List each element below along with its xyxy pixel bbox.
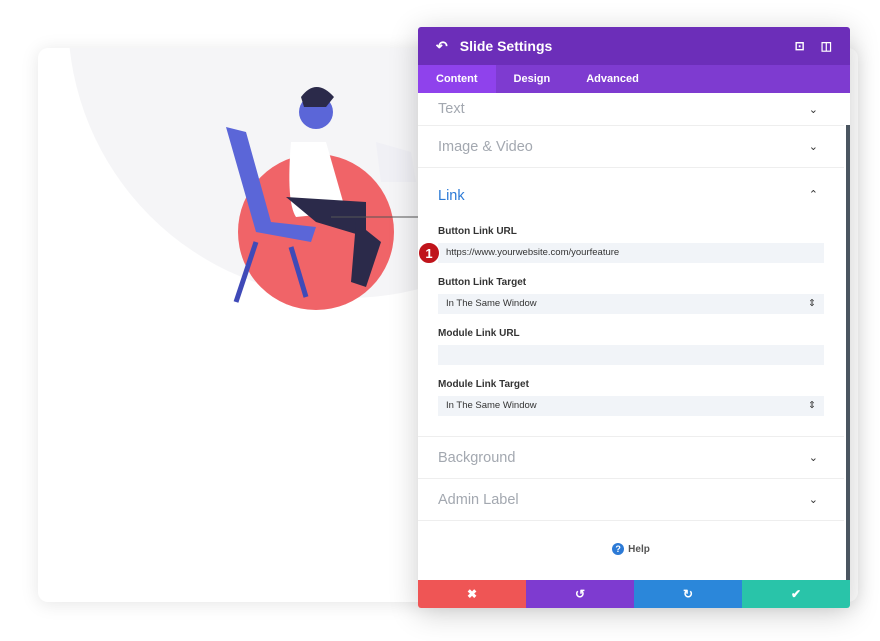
module-link-url-input[interactable] (438, 345, 824, 365)
chevron-down-icon: ⌄ (808, 494, 818, 506)
module-link-target-label: Module Link Target (438, 379, 529, 390)
back-arrow-icon[interactable]: ↶ (436, 38, 448, 55)
button-link-target-select[interactable]: In The Same Window ⇕ (438, 294, 824, 314)
section-background[interactable]: Background ⌄ (418, 437, 844, 479)
cancel-button[interactable]: ✖ (418, 580, 526, 608)
section-title: Text (438, 101, 465, 117)
tab-content[interactable]: Content (418, 65, 496, 93)
section-admin-label[interactable]: Admin Label ⌄ (418, 479, 844, 521)
input-value: https://www.yourwebsite.com/yourfeature (446, 247, 620, 258)
close-icon: ✖ (466, 587, 478, 601)
tab-bar: Content Design Advanced (418, 65, 850, 93)
tab-advanced[interactable]: Advanced (568, 65, 657, 93)
chevron-down-icon: ⌄ (808, 452, 818, 464)
button-link-url-input[interactable]: 1 https://www.yourwebsite.com/yourfeature (418, 242, 824, 264)
slide-settings-panel: ↶ Slide Settings ⊡ ◫ Content Design Adva… (418, 27, 850, 608)
fullscreen-icon[interactable]: ⊡ (795, 39, 805, 53)
scrollbar[interactable] (846, 125, 850, 580)
button-link-url-label: Button Link URL (438, 226, 517, 237)
redo-icon: ↻ (682, 587, 694, 601)
check-icon: ✔ (790, 587, 802, 601)
section-link: Link ⌃ Button Link URL 1 https://www.yourw… (418, 168, 844, 437)
action-bar: ✖ ↺ ↻ ✔ (418, 580, 850, 608)
panel-title: Slide Settings (459, 38, 553, 54)
help-link[interactable]: ? Help (418, 521, 844, 555)
module-link-url-label: Module Link URL (438, 328, 520, 339)
select-arrows-icon: ⇕ (808, 400, 816, 411)
section-title: Link (438, 188, 465, 204)
chevron-up-icon: ⌃ (808, 189, 818, 201)
select-value: In The Same Window (446, 298, 537, 309)
chevron-down-icon: ⌄ (808, 103, 818, 116)
button-link-target-label: Button Link Target (438, 277, 527, 288)
undo-icon: ↺ (574, 587, 586, 601)
chevron-down-icon: ⌄ (808, 141, 818, 153)
sidebar-toggle-icon[interactable]: ◫ (821, 39, 832, 53)
select-value: In The Same Window (446, 400, 537, 411)
module-link-target-select[interactable]: In The Same Window ⇕ (438, 396, 824, 416)
help-label: Help (628, 544, 650, 555)
section-title: Image & Video (438, 138, 533, 155)
redo-button[interactable]: ↻ (634, 580, 742, 608)
section-title: Background (438, 449, 516, 466)
tab-design[interactable]: Design (496, 65, 569, 93)
section-image-video[interactable]: Image & Video ⌄ (418, 126, 844, 168)
step-badge: 1 (418, 242, 440, 264)
save-button[interactable]: ✔ (742, 580, 850, 608)
section-title: Admin Label (438, 491, 519, 508)
undo-button[interactable]: ↺ (526, 580, 634, 608)
panel-header: ↶ Slide Settings ⊡ ◫ (418, 27, 850, 65)
section-link-header[interactable]: Link ⌃ (438, 168, 824, 212)
help-icon: ? (612, 543, 625, 555)
section-text[interactable]: Text ⌄ (418, 93, 844, 126)
select-arrows-icon: ⇕ (808, 298, 816, 309)
